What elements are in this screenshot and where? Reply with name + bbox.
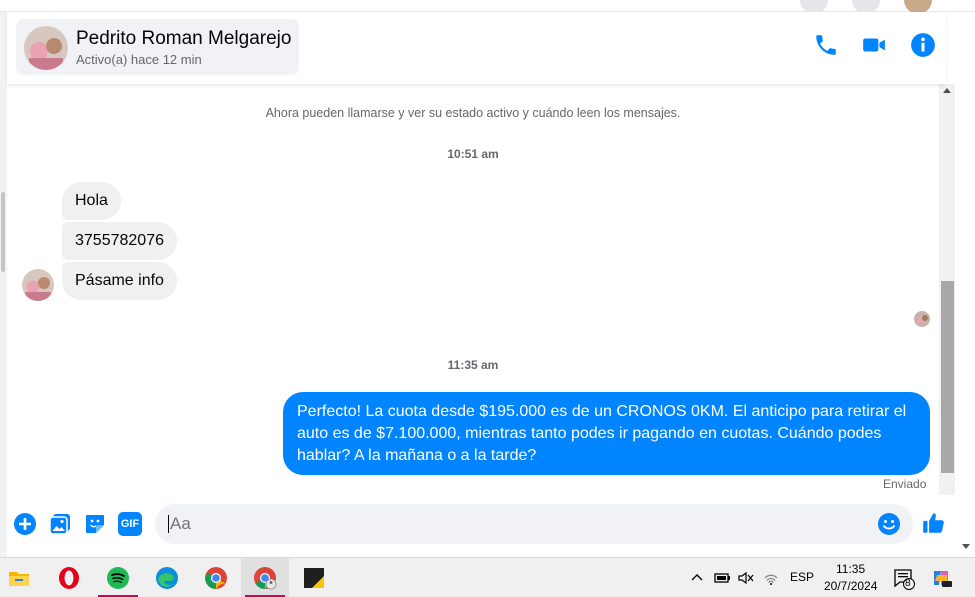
copilot-icon[interactable] [930,567,952,589]
taskbar-app[interactable] [143,558,191,597]
conversation-header: Pedrito Roman Melgarejo Activo(a) hace 1… [7,12,946,84]
left-scroll-edge [0,12,7,557]
thumbs-up-icon[interactable] [921,510,947,536]
clock-time[interactable]: 11:35 [836,562,865,576]
outgoing-message[interactable]: Perfecto! La cuota desde $195.000 es de … [283,392,930,475]
left-scroll-thumb[interactable] [1,192,5,272]
contact-card[interactable]: Pedrito Roman Melgarejo Activo(a) hace 1… [16,19,299,75]
video-icon[interactable] [861,32,887,58]
clock-date[interactable]: 20/7/2024 [824,579,877,593]
contact-status: Activo(a) hace 12 min [76,52,202,67]
chat-scrollbar[interactable] [939,84,956,495]
wifi-icon[interactable] [762,570,780,586]
opera-icon [59,567,79,589]
sender-avatar[interactable] [22,269,54,301]
speaker-muted-icon[interactable] [737,570,755,586]
contact-avatar[interactable] [24,26,68,70]
notification-icon[interactable] [893,568,915,590]
timestamp: 11:35 am [447,358,499,372]
messenger-window: Pedrito Roman Melgarejo Activo(a) hace 1… [0,0,975,557]
taskbar-app[interactable] [192,558,240,597]
sent-status: Enviado [883,477,927,491]
emoji-icon[interactable] [877,512,901,536]
sticker-icon[interactable] [83,512,107,536]
taskbar-app[interactable] [45,558,93,597]
edge-icon [156,567,178,589]
image-icon[interactable] [48,512,72,536]
chat-scroll-thumb[interactable] [941,281,954,473]
chrome-profile-icon [254,567,277,590]
taskbar: ESP 11:35 20/7/2024 8 [0,557,975,597]
plus-icon[interactable] [13,512,37,536]
taskbar-app[interactable] [290,558,338,597]
message-input[interactable] [170,514,860,534]
language-indicator[interactable]: ESP [790,570,814,584]
battery-icon[interactable] [713,570,731,586]
composer: GIF [7,495,955,555]
gif-icon[interactable]: GIF [118,512,142,536]
file-explorer-icon [9,572,29,586]
chrome-icon [205,567,227,589]
notification-count: 8 [905,578,911,589]
system-message: Ahora pueden llamarse y ver su estado ac… [265,106,681,120]
taskbar-app[interactable] [0,558,43,597]
spotify-icon [107,567,129,589]
message-list[interactable]: Ahora pueden llamarse y ver su estado ac… [7,84,939,495]
contact-name: Pedrito Roman Melgarejo [76,28,292,49]
taskbar-app-active[interactable] [241,558,289,597]
gif-label: GIF [118,512,142,536]
seen-avatar [914,311,930,327]
message-input-box[interactable] [155,504,913,544]
text-caret [168,515,169,533]
chevron-up-icon[interactable] [690,571,704,585]
top-strip [0,0,975,14]
incoming-message[interactable]: Pásame info [62,262,177,300]
sticky-app-icon [304,568,324,588]
incoming-message[interactable]: Hola [62,182,121,220]
scroll-up-arrow[interactable] [943,88,951,93]
info-icon[interactable] [910,32,936,58]
phone-icon[interactable] [813,32,839,58]
incoming-message[interactable]: 3755782076 [62,222,177,260]
taskbar-app[interactable] [94,558,142,597]
timestamp: 10:51 am [447,147,499,161]
scroll-down-arrow[interactable] [962,544,970,549]
page-scrollbar[interactable] [955,12,975,557]
